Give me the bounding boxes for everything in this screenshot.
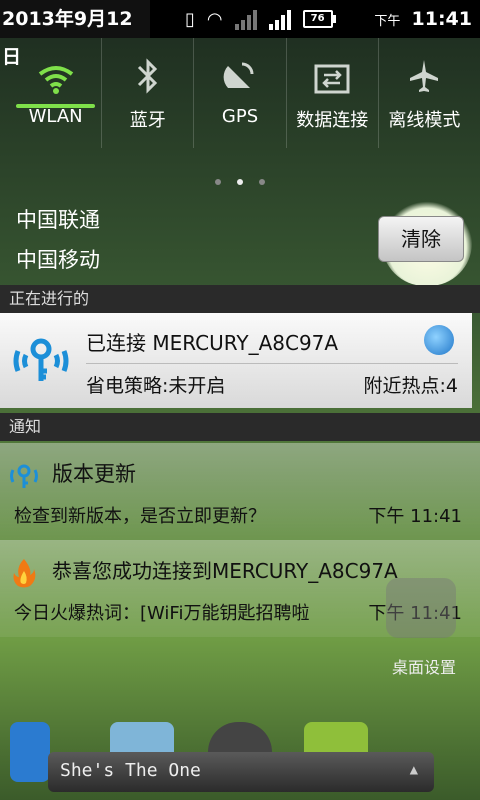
page-dot-active [237,179,243,185]
clear-button[interactable]: 清除 [378,216,464,262]
toggle-wlan[interactable]: WLAN [10,38,103,148]
vibrate-icon: ▯ [185,8,195,30]
power-policy: 省电策略:未开启 [86,375,226,397]
page-indicator [0,170,480,189]
section-notifications: 通知 [0,413,480,441]
expand-up-icon[interactable]: ▲ [410,762,418,778]
nearby-hotspots: 附近热点:4 [363,375,459,397]
app-icon[interactable] [10,722,50,782]
notification-title-text: 恭喜您成功连接到MERCURY_A8C97A [52,559,398,583]
toggle-bluetooth[interactable]: 蓝牙 [102,38,195,148]
carrier-list: 中国联通 中国移动 [16,200,100,280]
status-bar: 2013年9月12日 ▯ ◠ 76 下午 11:41 [0,0,480,68]
airplane-icon [379,38,470,94]
carrier-name: 中国联通 [16,208,100,232]
wifi-icon [10,38,101,94]
wifi-key-icon [13,338,69,381]
toggle-active-bar [16,104,96,108]
toggle-label: 蓝牙 [129,110,166,131]
song-title: She's The One [60,760,201,781]
toggle-label: 数据连接 [296,110,369,131]
notification-body: 今日火爆热词：[WiFi万能钥匙招聘啦 [14,603,310,624]
music-widget[interactable]: She's The One ▲ [48,752,434,792]
gps-icon [194,38,285,94]
notification-item[interactable]: 版本更新 检查到新版本，是否立即更新？ 下午 11:41 [0,443,480,540]
toggle-label: GPS [221,106,259,127]
ongoing-title: 已连接 MERCURY_A8C97A [86,331,339,355]
notification-title: 版本更新 [52,462,136,486]
ongoing-wifi-item[interactable]: 已连接 MERCURY_A8C97A 省电策略:未开启 附近热点:4 [0,313,472,408]
status-ampm: 下午 [374,14,401,29]
quick-toggles: WLAN 蓝牙 GPS 数据连接 离线模式 [10,38,470,148]
status-time: 下午 11:41 [374,0,472,38]
notification-title: 恭喜您成功连接到MERCURY_A8C97A [52,555,398,584]
toggle-gps[interactable]: GPS [194,38,287,148]
page-dot [259,179,265,185]
toggle-label: WLAN [28,106,83,127]
status-date: 2013年9月12日 [0,0,150,68]
data-connection-icon [287,38,378,94]
carrier-name: 中国移动 [16,248,100,272]
battery-icon: 76 [302,10,336,28]
settings-gear-icon[interactable] [386,578,456,638]
section-ongoing: 正在进行的 [0,285,480,313]
flame-icon [13,559,36,588]
toggle-data-connection[interactable]: 数据连接 [287,38,379,148]
signal-icon-1 [234,8,257,30]
notification-body: 检查到新版本，是否立即更新？ [14,506,266,527]
notification-time: 下午 11:41 [368,506,462,527]
status-icons: ▯ ◠ 76 [185,6,336,32]
globe-icon[interactable] [424,325,454,355]
bluetooth-icon [102,38,193,94]
signal-icon-2 [268,8,291,30]
toggle-label: 离线模式 [388,110,461,131]
wifi-key-icon [10,464,38,488]
toggle-airplane[interactable]: 离线模式 [379,38,470,148]
page-dot [215,179,221,185]
divider [86,363,458,364]
wifi-signal-icon: ◠ [206,8,223,30]
desktop-settings-label: 桌面设置 [391,658,456,677]
status-clock: 11:41 [411,8,472,30]
